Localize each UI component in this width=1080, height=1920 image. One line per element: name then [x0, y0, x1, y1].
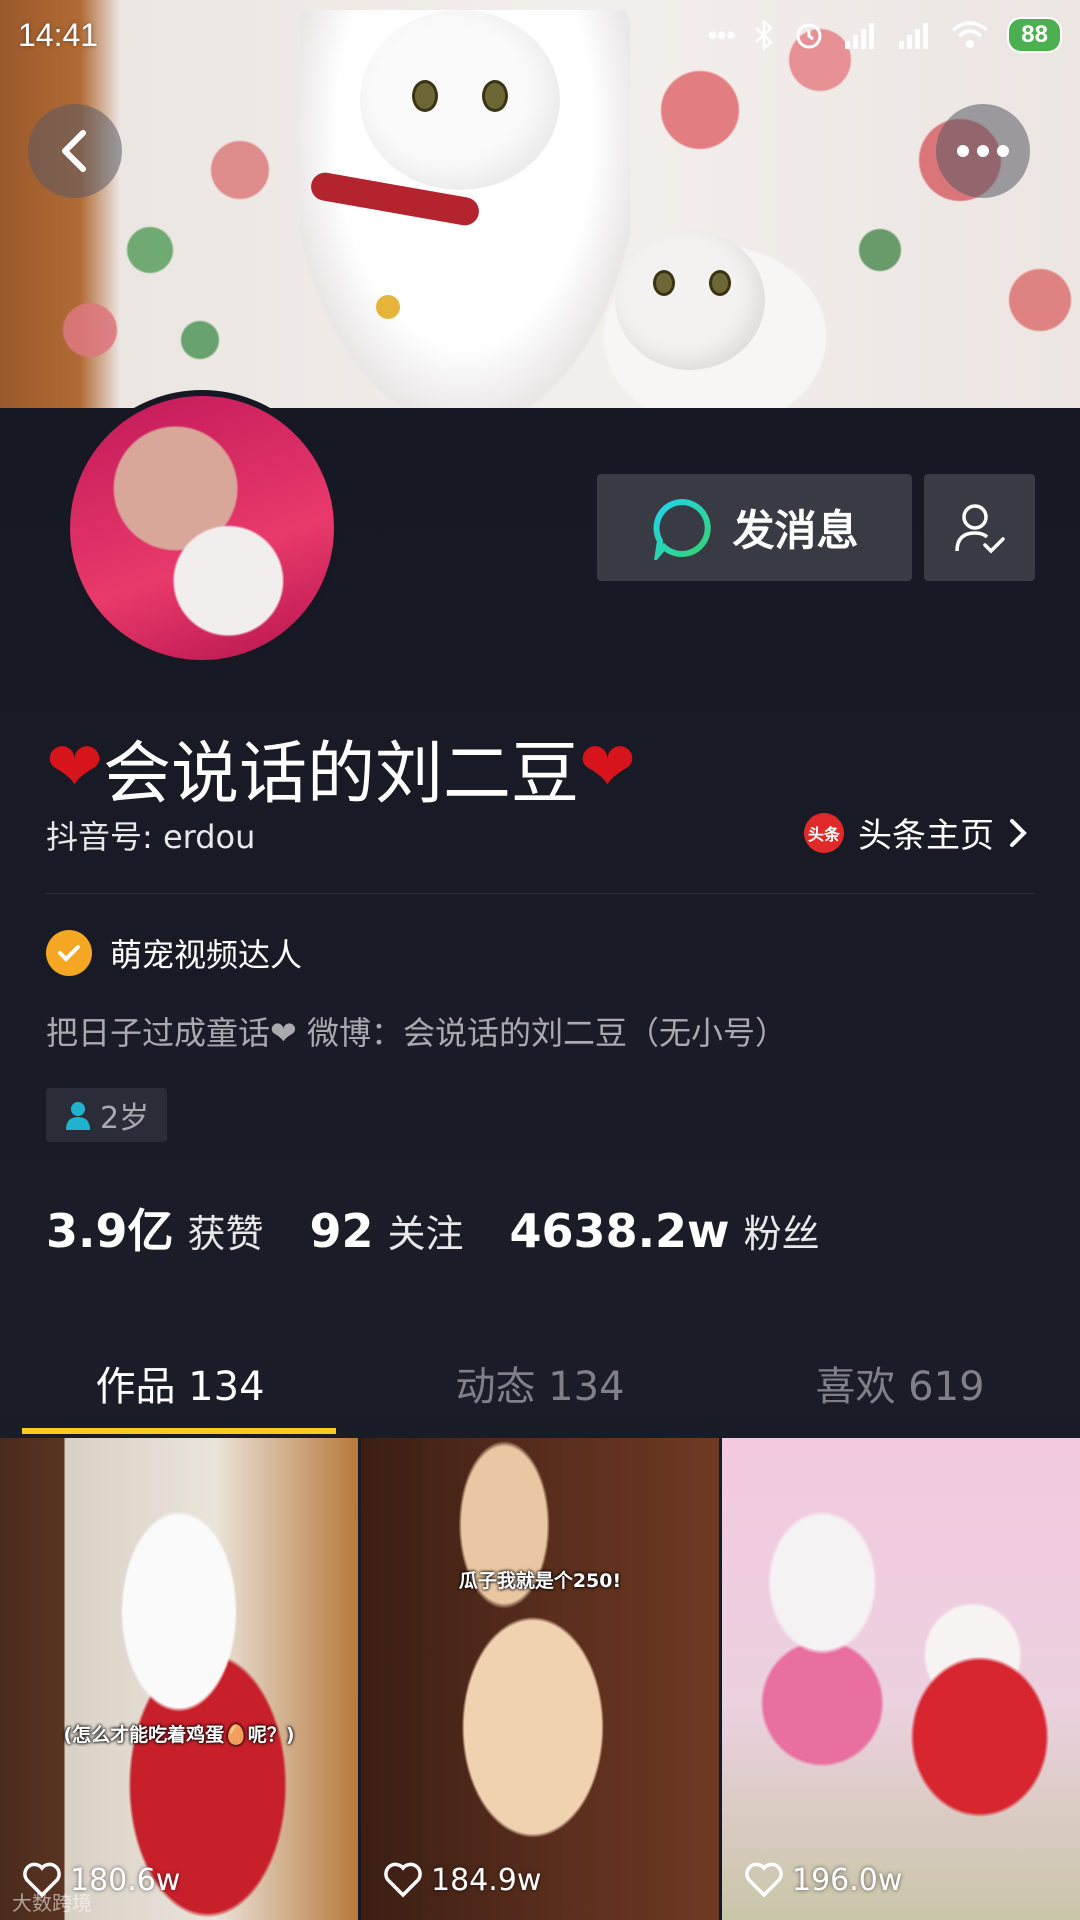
- video-thumbnail[interactable]: (怎么才能吃着鸡蛋🥚呢？) 180.6w 大数跨境: [0, 1438, 358, 1920]
- stat-likes-value: 3.9亿: [46, 1204, 174, 1258]
- heart-emoji: ❤: [579, 728, 636, 807]
- verified-label: 萌宠视频达人: [110, 936, 303, 974]
- stat-following-label: 关注: [387, 1212, 464, 1256]
- send-message-label: 发消息: [732, 506, 859, 555]
- profile-name-text: 会说话的刘二豆: [102, 735, 579, 814]
- chevron-left-icon: [62, 130, 86, 172]
- video-likes-count: 196.0w: [792, 1862, 903, 1898]
- video-caption: (怎么才能吃着鸡蛋🥚呢？): [63, 1724, 295, 1746]
- douyin-id: 抖音号: erdou: [46, 818, 256, 856]
- toutiao-label: 头条主页: [858, 816, 994, 856]
- divider: [46, 893, 1034, 894]
- send-message-button[interactable]: 发消息: [597, 474, 912, 581]
- more-icon: [957, 145, 1009, 157]
- profile-name: ❤ 会说话的刘二豆 ❤: [46, 718, 636, 817]
- profile-tabs: 作品 134 动态 134 喜欢 619: [0, 1336, 1080, 1436]
- person-icon: [66, 1102, 90, 1130]
- stat-likes-label: 获赞: [187, 1212, 264, 1256]
- toutiao-homepage-link[interactable]: 头条 头条主页: [804, 808, 1028, 857]
- stat-followers-value: 4638.2w: [509, 1204, 730, 1258]
- video-likes-count: 184.9w: [431, 1862, 542, 1898]
- message-bubble-icon: [654, 498, 712, 560]
- video-likes: 184.9w: [383, 1862, 541, 1898]
- stat-likes[interactable]: 3.9亿 获赞: [46, 1195, 264, 1261]
- video-likes: 196.0w: [744, 1862, 902, 1898]
- video-grid: (怎么才能吃着鸡蛋🥚呢？) 180.6w 大数跨境 瓜子我就是个250! 184…: [0, 1438, 1080, 1920]
- stat-followers-label: 粉丝: [743, 1212, 820, 1256]
- back-button[interactable]: [28, 104, 122, 198]
- tab-likes[interactable]: 喜欢 619: [720, 1336, 1080, 1436]
- signal-icon-1: [845, 23, 875, 49]
- bluetooth-icon: [755, 19, 774, 51]
- heart-emoji: ❤: [46, 728, 103, 807]
- age-label: 2岁: [100, 1101, 150, 1136]
- heart-outline-icon: [384, 1862, 422, 1898]
- video-caption: 瓜子我就是个250!: [458, 1570, 622, 1592]
- alarm-icon: [796, 23, 822, 49]
- age-tag: 2岁: [46, 1088, 168, 1142]
- tab-indicator: [22, 1428, 336, 1434]
- more-notifications-icon: •••: [707, 19, 736, 50]
- heart-outline-icon: [745, 1862, 783, 1898]
- video-thumbnail[interactable]: 196.0w: [722, 1438, 1080, 1920]
- toutiao-logo-icon: 头条: [804, 812, 844, 853]
- cover-cat-small: [585, 230, 845, 408]
- user-check-icon: [954, 503, 1005, 553]
- following-button[interactable]: [924, 474, 1035, 581]
- watermark: 大数跨境: [12, 1891, 92, 1915]
- stat-followers[interactable]: 4638.2w 粉丝: [510, 1203, 820, 1258]
- video-thumbnail[interactable]: 瓜子我就是个250! 184.9w: [361, 1438, 719, 1920]
- tab-works[interactable]: 作品 134: [0, 1336, 360, 1436]
- profile-stats: 3.9亿 获赞 92 关注 4638.2w 粉丝: [46, 1195, 866, 1261]
- stat-following-value: 92: [309, 1204, 374, 1258]
- more-button[interactable]: [936, 104, 1030, 198]
- status-time: 14:41: [18, 16, 99, 53]
- signal-icon-2: [899, 23, 929, 49]
- wifi-icon: [952, 21, 989, 48]
- battery-indicator: 88: [1007, 17, 1062, 53]
- status-bar: 14:41 ••• 88: [0, 0, 1080, 70]
- tab-activity[interactable]: 动态 134: [360, 1336, 720, 1436]
- verified-check-icon: [46, 930, 92, 976]
- verified-badge-row: 萌宠视频达人: [46, 930, 302, 976]
- chevron-right-icon: [1010, 818, 1027, 847]
- stat-following[interactable]: 92 关注: [310, 1203, 464, 1258]
- avatar[interactable]: [64, 390, 340, 666]
- profile-bio: 把日子过成童话❤ 微博：会说话的刘二豆（无小号）: [46, 1014, 787, 1052]
